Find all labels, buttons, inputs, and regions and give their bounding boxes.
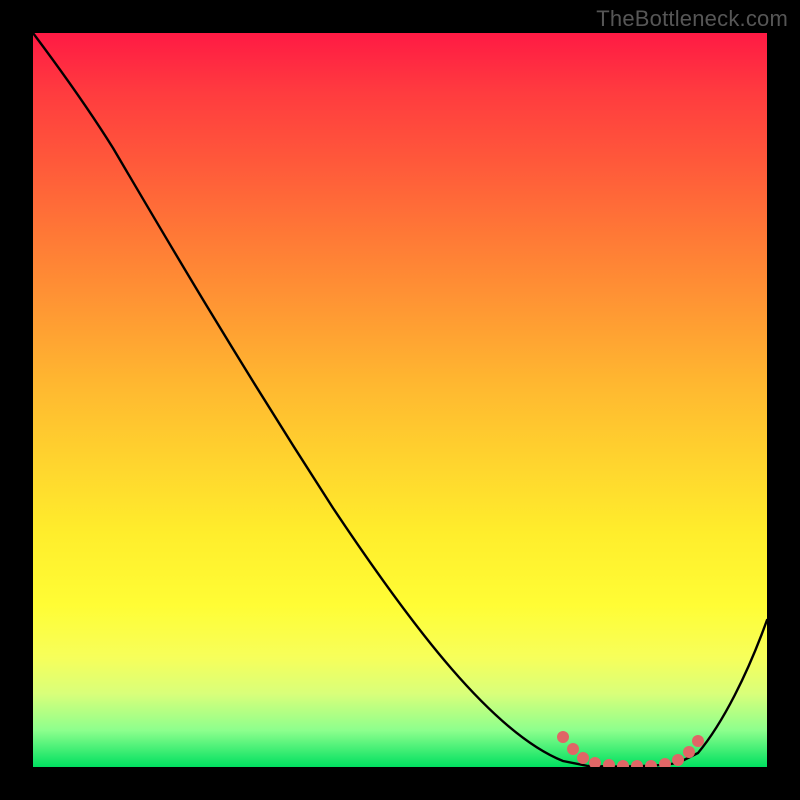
watermark-text: TheBottleneck.com [596,6,788,32]
chart-frame: TheBottleneck.com [0,0,800,800]
plot-area [33,33,767,767]
optimal-band-markers [557,731,704,767]
bottleneck-curve [33,33,767,767]
curve-layer [33,33,767,767]
